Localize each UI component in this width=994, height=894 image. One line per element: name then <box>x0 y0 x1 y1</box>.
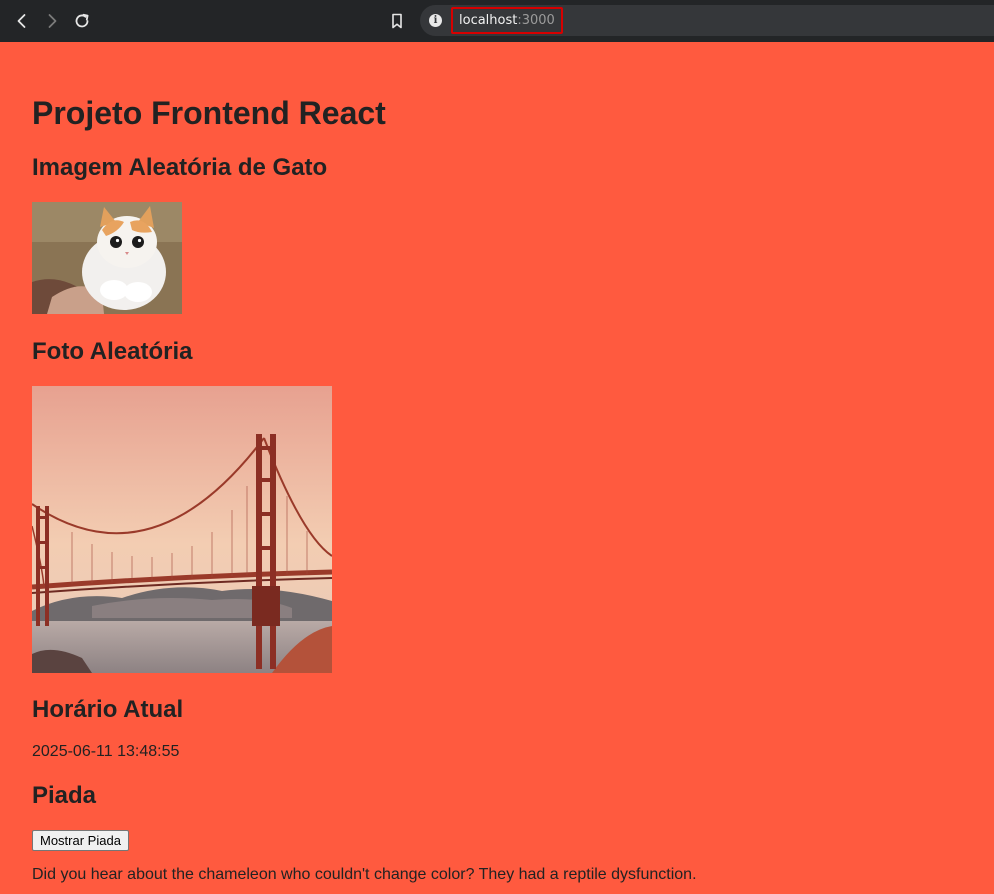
back-icon[interactable] <box>9 8 35 34</box>
bookmark-icon[interactable] <box>384 8 410 34</box>
time-section-heading: Horário Atual <box>32 696 184 723</box>
info-icon[interactable]: i <box>429 14 442 27</box>
random-photo <box>32 386 332 673</box>
cat-image <box>32 202 182 314</box>
reload-icon[interactable] <box>69 8 95 34</box>
photo-section-heading: Foto Aleatória <box>32 338 193 365</box>
address-bar[interactable]: i localhost:3000 <box>420 5 994 36</box>
joke-text: Did you hear about the chameleon who cou… <box>32 866 697 883</box>
url-port: :3000 <box>517 13 555 28</box>
url-highlight[interactable]: localhost:3000 <box>451 7 563 34</box>
page-title: Projeto Frontend React <box>32 95 386 131</box>
cat-section-heading: Imagem Aleatória de Gato <box>32 154 328 181</box>
url-host: localhost <box>459 13 518 28</box>
forward-icon[interactable] <box>39 8 65 34</box>
joke-section-heading: Piada <box>32 782 97 809</box>
browser-toolbar: i localhost:3000 <box>0 0 994 42</box>
current-time: 2025-06-11 13:48:55 <box>32 743 180 760</box>
show-joke-button[interactable]: Mostrar Piada <box>32 830 129 851</box>
